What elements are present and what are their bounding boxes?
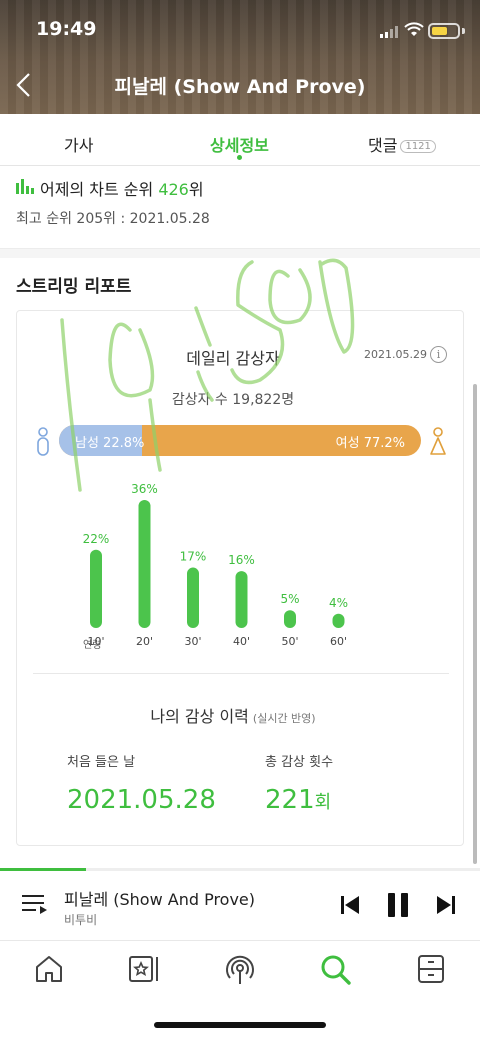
tab-comments[interactable]: 댓글 1121: [368, 132, 436, 156]
search-icon[interactable]: [320, 954, 352, 986]
first-listen-date: 2021.05.28: [67, 785, 216, 815]
gender-ratio-bar: 남성 22.8% 여성 77.2%: [59, 425, 421, 456]
first-listen-label: 처음 들은 날: [67, 755, 136, 770]
status-bar: 19:49: [0, 12, 480, 48]
info-icon[interactable]: i: [430, 346, 447, 363]
pause-icon[interactable]: [386, 892, 410, 918]
age-category-label-5: 60': [330, 635, 347, 648]
comment-count-badge: 1121: [400, 140, 436, 153]
listener-count: 감상자 수 19,822명: [171, 392, 295, 408]
tab-detail-info[interactable]: 상세정보: [210, 132, 269, 156]
bottom-navigation: [0, 942, 480, 998]
age-category-label-3: 40': [233, 635, 250, 648]
my-history-title: 나의 감상 이력 (실시간 반영): [17, 703, 449, 727]
daily-listeners-card: 데일리 감상자 2021.05.29 i 감상자 수 19,822명 남성 22…: [16, 310, 464, 846]
yesterday-chart-rank: 어제의 차트 순위 426위: [40, 176, 204, 200]
age-bar-value-label-5: 4%: [329, 596, 348, 610]
active-tab-indicator: [237, 155, 242, 160]
mini-player[interactable]: 피날레 (Show And Prove) 비투비: [0, 871, 480, 941]
age-category-label-4: 50': [281, 635, 298, 648]
home-indicator: [154, 1022, 326, 1028]
battery-icon: [428, 23, 460, 39]
age-axis-label: 연령: [83, 640, 102, 651]
battery-tip: [462, 28, 465, 34]
male-ratio-label: 남성 22.8%: [75, 436, 145, 451]
total-count-number: 221: [265, 785, 315, 815]
age-bar-2: [187, 567, 199, 628]
home-icon[interactable]: [34, 954, 64, 984]
age-category-label-1: 20': [136, 635, 153, 648]
signal-icon: [380, 26, 398, 38]
age-category-label-2: 30': [184, 635, 201, 648]
storage-icon[interactable]: [416, 954, 446, 984]
previous-track-icon[interactable]: [340, 895, 360, 915]
age-bar-value-label-1: 36%: [131, 482, 158, 496]
female-icon: [430, 427, 446, 455]
age-bar-value-label-2: 17%: [180, 550, 207, 564]
rank-label: 어제의 차트 순위: [40, 180, 154, 199]
tab-bar: 가사 상세정보 댓글 1121: [0, 114, 480, 166]
age-bar-3: [235, 571, 248, 628]
chart-rank-icon: [16, 179, 34, 194]
age-bar-value-label-4: 5%: [280, 592, 299, 606]
age-distribution-chart: 22%10'36%20'17%30'16%40'5%50'4%60': [83, 482, 348, 648]
podcast-icon[interactable]: [224, 954, 256, 986]
header: 19:49 피날레 (Show And Prove): [0, 0, 480, 114]
age-bar-4: [284, 610, 296, 628]
next-track-icon[interactable]: [436, 895, 456, 915]
age-bar-0: [90, 549, 102, 628]
now-playing-title: 피날레 (Show And Prove): [64, 890, 256, 909]
male-icon: [37, 427, 49, 456]
age-bar-5: [332, 613, 345, 628]
tab-comments-label: 댓글: [368, 136, 398, 155]
my-history-subtitle: (실시간 반영): [252, 712, 316, 725]
section-divider: [0, 248, 480, 258]
card-divider: [33, 673, 449, 674]
scrollbar[interactable]: [473, 384, 477, 864]
my-history-title-text: 나의 감상 이력: [150, 707, 249, 726]
now-playing-artist: 비투비: [64, 913, 98, 927]
best-rank: 최고 순위 205위 : 2021.05.28: [16, 211, 210, 227]
status-time: 19:49: [36, 18, 97, 40]
rank-number: 426: [158, 180, 189, 199]
wifi-icon: [404, 22, 424, 36]
age-bar-1: [138, 500, 151, 628]
playlist-icon[interactable]: [22, 893, 48, 915]
female-ratio-label: 여성 77.2%: [335, 436, 405, 451]
rank-suffix: 위: [188, 180, 204, 199]
report-date: 2021.05.29: [364, 348, 427, 361]
streaming-report-title: 스트리밍 리포트: [16, 277, 132, 297]
age-bar-value-label-3: 16%: [228, 553, 255, 567]
page-title: 피날레 (Show And Prove): [114, 76, 366, 98]
age-bar-value-label-0: 22%: [83, 532, 110, 546]
total-count-label: 총 감상 횟수: [265, 755, 334, 770]
tab-lyrics[interactable]: 가사: [64, 132, 93, 156]
total-listen-count: 221회: [265, 785, 331, 815]
my-music-icon[interactable]: [128, 954, 160, 984]
total-count-unit: 회: [314, 792, 332, 813]
